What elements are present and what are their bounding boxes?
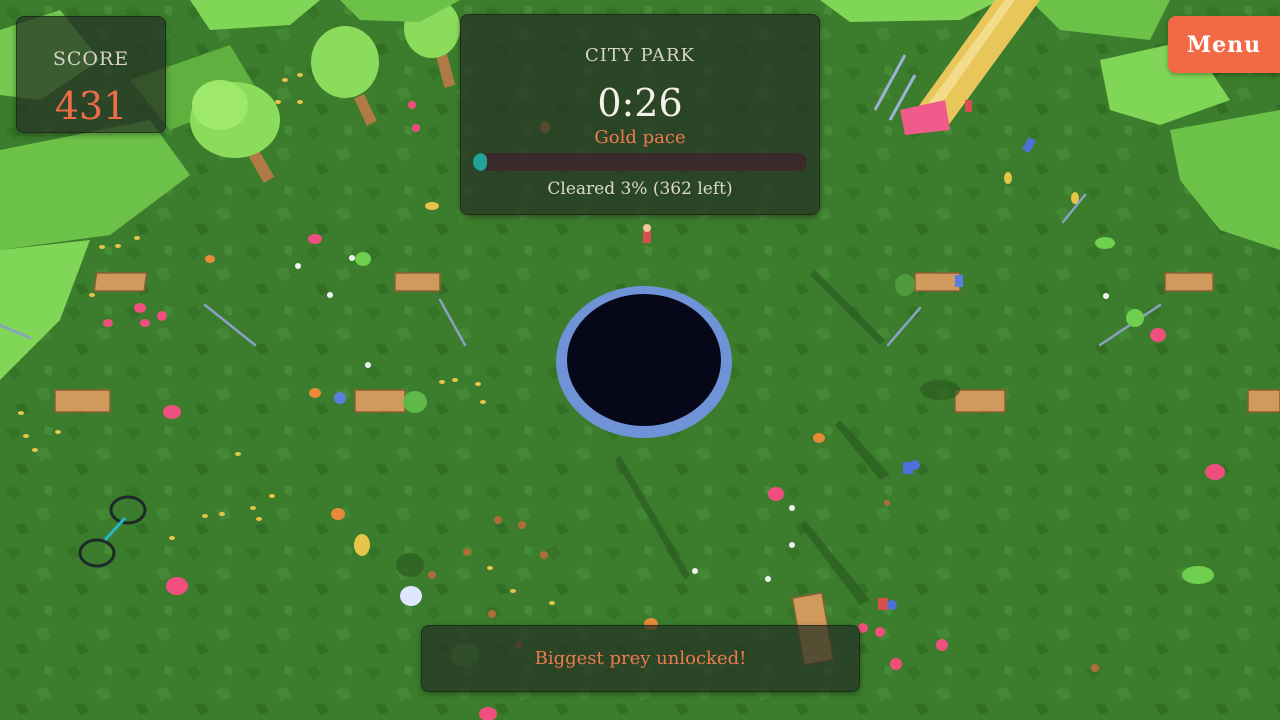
notification-toast: Biggest prey unlocked!: [421, 625, 860, 692]
menu-button[interactable]: Menu: [1168, 16, 1280, 73]
cleared-status: Cleared 3% (362 left): [547, 179, 733, 199]
score-label: SCORE: [52, 48, 130, 70]
progress-bar: [473, 153, 807, 171]
score-value: 431: [54, 84, 128, 128]
pace-indicator: Gold pace: [594, 127, 686, 148]
score-panel: SCORE 431: [16, 16, 166, 133]
countdown-timer: 0:26: [597, 81, 683, 125]
toast-message: Biggest prey unlocked!: [534, 648, 747, 669]
progress-bar-fill: [473, 153, 487, 171]
black-hole[interactable]: [556, 286, 732, 438]
level-name: CITY PARK: [585, 45, 695, 66]
level-status-panel: CITY PARK 0:26 Gold pace Cleared 3% (362…: [460, 14, 820, 215]
